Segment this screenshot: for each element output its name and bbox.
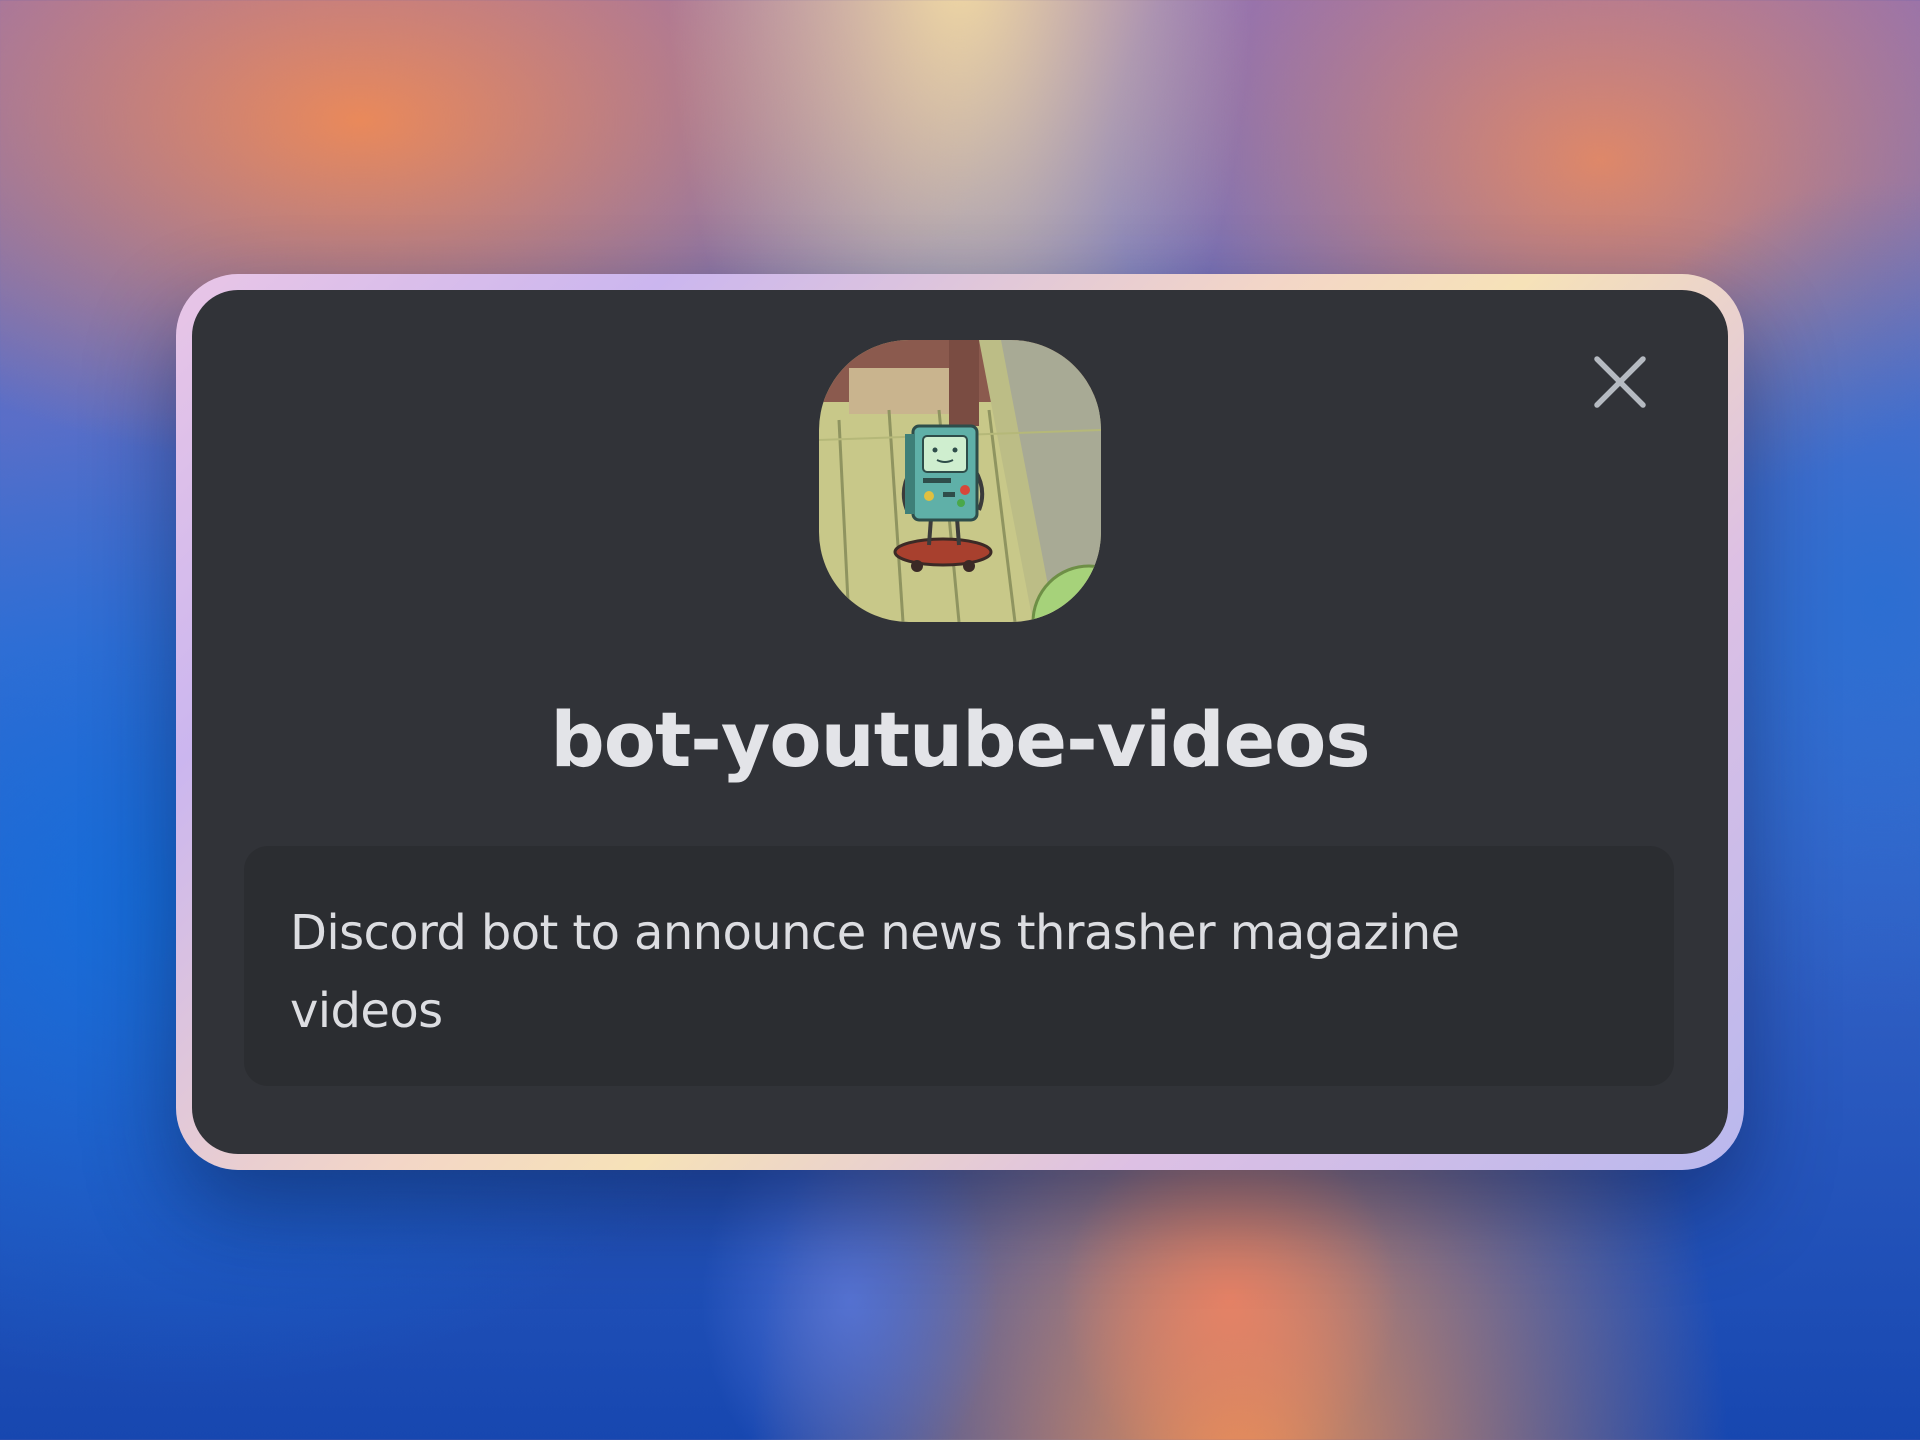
channel-description-box: Discord bot to announce news thrasher ma… xyxy=(244,846,1674,1086)
channel-description: Discord bot to announce news thrasher ma… xyxy=(290,905,1460,1039)
close-icon xyxy=(1594,356,1646,408)
channel-title: bot-youtube-videos xyxy=(550,695,1370,784)
modal-frame: bot-youtube-videos Discord bot to announ… xyxy=(176,274,1744,1170)
channel-info-modal: bot-youtube-videos Discord bot to announ… xyxy=(192,290,1728,1154)
channel-avatar xyxy=(819,340,1101,622)
close-button[interactable] xyxy=(1590,352,1650,412)
